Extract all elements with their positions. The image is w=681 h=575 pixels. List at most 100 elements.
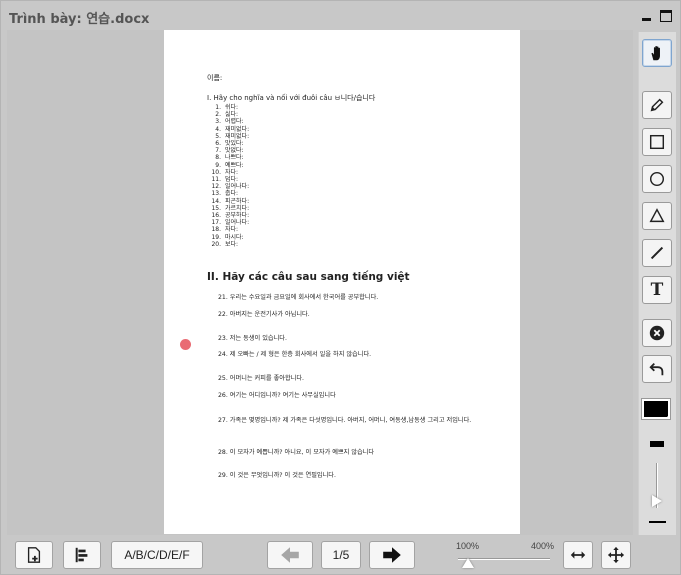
word-text: 재미없다: (225, 132, 250, 140)
word-number: 8. (215, 154, 221, 162)
rectangle-icon (649, 134, 665, 150)
word-number: 4. (215, 125, 221, 133)
presentation-window: Trình bày: 연습.docx 이름: I. Hãy cho nghĩa … (0, 0, 681, 575)
sentence-item: 22. 아버지는 운전기사가 아닙니다. (218, 311, 310, 318)
sentence-item: 21. 우리는 수요일과 금요일에 회사에서 한국어를 공부합니다. (218, 294, 379, 301)
answer-options-button[interactable]: A/B/C/D/E/F (111, 541, 203, 569)
circle-tool-button[interactable] (642, 165, 672, 193)
word-item: 15. 가르치다: (207, 205, 249, 212)
sentence-item: 28. 이 모자가 예쁩니까? 아니요, 이 모자가 예쁘지 않습니다 (218, 449, 375, 456)
clear-button[interactable] (642, 319, 672, 347)
word-number: 7. (215, 147, 221, 155)
word-number: 14. (211, 197, 221, 205)
title-bar: Trình bày: 연습.docx (1, 1, 680, 31)
word-text: 피곤하다: (225, 197, 250, 205)
word-number: 9. (215, 161, 221, 169)
bottom-toolbar: A/B/C/D/E/F 1/5 100% 400% (1, 535, 681, 575)
arrow-right-icon (383, 547, 401, 563)
zoom-max-label: 400% (530, 541, 554, 551)
zoom-min-label: 100% (456, 541, 480, 551)
document-content: 이름: I. Hãy cho nghĩa và nối với đuôi câu… (164, 30, 520, 534)
sentence-item: 25. 어머니는 커피를 좋아합니다. (218, 375, 305, 382)
word-number: 11. (211, 176, 221, 184)
page-indicator: 1/5 (321, 541, 361, 569)
rectangle-tool-button[interactable] (642, 128, 672, 156)
word-text: 맛있다: (225, 140, 244, 148)
word-item: 3. 어렵다: (207, 118, 249, 125)
stroke-width-slider[interactable] (651, 463, 663, 508)
zoom-slider-handle[interactable] (462, 558, 474, 568)
word-number: 2. (215, 111, 221, 119)
word-number: 10. (211, 168, 221, 176)
sentence-item: 23. 저는 동생이 있습니다. (218, 335, 287, 342)
arrow-left-icon (281, 547, 299, 563)
word-text: 자다: (225, 168, 239, 176)
word-text: 자다: (225, 226, 239, 234)
previous-page-button[interactable] (267, 541, 313, 569)
word-text: 어렵다: (225, 118, 244, 126)
word-item: 14. 피곤하다: (207, 198, 249, 205)
section2-heading: II. Hãy các câu sau sang tiếng việt (207, 271, 410, 283)
align-left-icon (75, 547, 88, 563)
next-page-button[interactable] (369, 541, 415, 569)
pencil-icon (650, 98, 664, 112)
word-item: 18. 자다: (207, 226, 249, 233)
word-item: 5. 재미없다: (207, 133, 249, 140)
clear-icon (649, 325, 665, 341)
word-item: 20. 보다: (207, 241, 249, 248)
pencil-tool-button[interactable] (642, 91, 672, 119)
word-text: 공부하다: (225, 212, 250, 220)
window-title: Trình bày: 연습.docx (9, 12, 150, 27)
word-number: 19. (211, 233, 221, 241)
sentence-item: 27. 가족은 몇명입니까? 제 가족은 다섯명입니다. 아버지, 어머니, 여… (218, 417, 472, 424)
text-icon: T (650, 280, 664, 300)
word-text: 마시다: (225, 233, 244, 241)
word-number: 16. (211, 212, 221, 220)
color-picker[interactable] (641, 398, 671, 420)
fit-width-button[interactable] (563, 541, 593, 569)
add-page-icon (27, 547, 41, 563)
word-text: 덥다: (225, 176, 239, 184)
maximize-icon[interactable] (660, 10, 672, 22)
undo-button[interactable] (642, 355, 672, 383)
word-number: 6. (215, 140, 221, 148)
circle-icon (649, 171, 665, 187)
minimize-icon[interactable] (641, 10, 653, 22)
word-text: 보다: (225, 240, 239, 248)
word-text: 예쁘다: (225, 161, 244, 169)
word-text: 나쁘다: (225, 154, 244, 162)
pan-button[interactable] (601, 541, 631, 569)
stroke-slider-handle[interactable] (652, 495, 662, 507)
hand-tool-button[interactable] (642, 39, 672, 67)
word-number: 17. (211, 219, 221, 227)
word-text: 재미없다: (225, 125, 250, 133)
document-viewer: 이름: I. Hãy cho nghĩa và nối với đuôi câu… (7, 30, 633, 535)
word-number: 12. (211, 183, 221, 191)
word-item: 4. 재미없다: (207, 126, 249, 133)
document-page[interactable]: 이름: I. Hãy cho nghĩa và nối với đuôi câu… (164, 30, 520, 534)
annotation-toolbar: T (638, 32, 676, 535)
word-number: 13. (211, 190, 221, 198)
horizontal-arrows-icon (570, 551, 586, 559)
text-tool-button[interactable]: T (642, 276, 672, 304)
hand-icon (651, 45, 660, 61)
triangle-tool-button[interactable] (642, 202, 672, 230)
word-number: 3. (215, 118, 221, 126)
stroke-thin-indicator (649, 521, 666, 523)
word-number: 20. (211, 240, 221, 248)
line-icon (650, 246, 664, 260)
add-page-button[interactable] (15, 541, 53, 569)
sentence-item: 29. 이 것은 무엇입니까? 이 것은 연필입니다. (218, 472, 336, 479)
sentence-item: 24. 제 오빠는 / 제 형은 한층 회사에서 일을 하지 않습니다. (218, 351, 372, 358)
section1-heading: I. Hãy cho nghĩa và nối với đuôi câu ㅂ니다… (207, 94, 376, 102)
word-item: 13. 춥다: (207, 190, 249, 197)
stroke-thick-indicator (650, 441, 664, 447)
word-list: 1. 쉬다: 2. 싫다: 3. 어렵다: 4. 재미없다: 5. 재미없다: 6. 맛있다: 7. 맛없… (207, 104, 249, 248)
align-button[interactable] (63, 541, 101, 569)
sentence-item: 26. 여기는 어디입니까? 여기는 사무실입니다 (218, 392, 336, 399)
name-label: 이름: (207, 74, 223, 82)
line-tool-button[interactable] (642, 239, 672, 267)
undo-icon (649, 362, 664, 376)
word-item: 8. 나쁘다: (207, 154, 249, 161)
zoom-slider[interactable]: 100% 400% (456, 541, 554, 571)
